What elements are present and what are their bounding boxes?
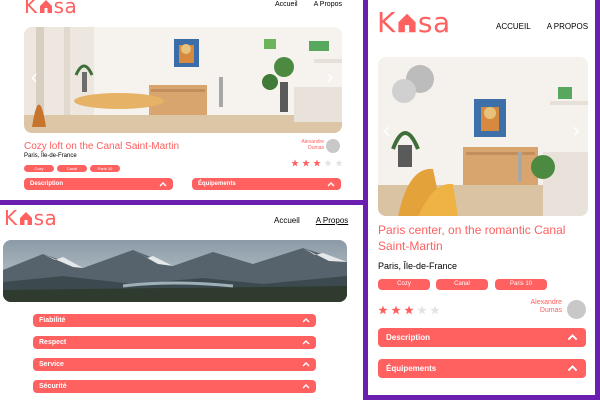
dropdown-description[interactable]: Description	[24, 178, 173, 190]
host-last-name: Dumas	[539, 307, 562, 315]
carousel-next-arrow[interactable]: ›	[326, 65, 334, 89]
dropdown-equipements-label: Équipements	[198, 181, 236, 187]
carousel-prev-arrow[interactable]: ‹	[30, 65, 38, 89]
chevron-up-icon	[567, 365, 578, 372]
dropdown-equipements-label: Équipements	[386, 364, 437, 373]
kasa-logo[interactable]: K sa	[377, 6, 451, 39]
kasa-logo[interactable]: K sa	[24, 0, 77, 18]
chevron-up-icon	[302, 384, 310, 389]
kasa-logo[interactable]: K sa	[4, 206, 57, 230]
logo-letter-k: K	[24, 0, 38, 18]
dropdown-securite[interactable]: Sécurité	[33, 380, 316, 393]
tag-paris-10: Paris 10	[495, 279, 547, 290]
star-filled-icon	[391, 305, 401, 315]
chevron-up-icon	[327, 181, 335, 186]
tag-cozy: Cozy	[24, 165, 54, 172]
host-name: Alexandre Dumas	[508, 299, 562, 315]
star-empty-icon	[335, 159, 343, 167]
logo-letters-sa: sa	[417, 6, 451, 39]
dropdown-description-label: Description	[30, 181, 64, 187]
chevron-up-icon	[567, 334, 578, 341]
mobile-listing-panel: K sa ACCUEIL A PROPOS ‹ › Paris center, …	[368, 0, 595, 395]
house-icon	[397, 12, 417, 34]
chevron-up-icon	[159, 181, 167, 186]
star-empty-icon	[417, 305, 427, 315]
listing-photo: ‹ ›	[24, 27, 342, 133]
logo-letters-sa: sa	[33, 206, 58, 230]
chevron-up-icon	[302, 318, 310, 323]
nav-accueil[interactable]: ACCUEIL	[496, 22, 531, 31]
tag-canal: Canal	[57, 165, 87, 172]
nav-a-propos[interactable]: A Propos	[314, 1, 342, 8]
star-empty-icon	[430, 305, 440, 315]
listing-photo: ‹ ›	[378, 57, 588, 216]
star-filled-icon	[404, 305, 414, 315]
dropdown-service-label: Service	[39, 361, 64, 368]
dropdown-equipements[interactable]: Équipements	[192, 178, 341, 190]
carousel-next-arrow[interactable]: ›	[572, 119, 581, 144]
tag-canal: Canal	[436, 279, 488, 290]
tag-cozy: Cozy	[378, 279, 430, 290]
host-name: Alexandre Dumas	[280, 139, 324, 152]
nav-accueil[interactable]: Accueil	[274, 216, 300, 225]
dropdown-respect-label: Respect	[39, 339, 67, 346]
carousel-prev-arrow[interactable]: ‹	[382, 119, 391, 144]
listing-title: Cozy loft on the Canal Saint-Martin	[24, 141, 180, 152]
host-avatar	[567, 300, 586, 319]
listing-location: Paris, Île-de-France	[378, 261, 458, 271]
mountain-banner	[3, 240, 347, 302]
frame-bottom-border	[368, 395, 600, 400]
living-room-illustration	[24, 27, 342, 133]
logo-letter-k: K	[377, 6, 396, 39]
frame-right-border	[595, 0, 600, 400]
nav-a-propos[interactable]: A Propos	[316, 216, 348, 225]
about-page-panel: K sa Accueil A Propos Fiabilité Respect …	[0, 205, 363, 400]
logo-letter-k: K	[4, 206, 18, 230]
mountain-landscape-illustration	[3, 240, 347, 302]
rating-stars	[291, 159, 343, 167]
living-room-illustration	[378, 57, 588, 216]
listing-title: Paris center, on the romantic Canal Sain…	[378, 223, 566, 253]
star-filled-icon	[313, 159, 321, 167]
star-empty-icon	[324, 159, 332, 167]
host-avatar	[326, 139, 340, 153]
main-nav: Accueil A Propos	[275, 1, 342, 8]
house-icon	[19, 211, 33, 226]
desktop-listing-panel: K sa Accueil A Propos ‹ › Cozy loft on t…	[0, 0, 363, 203]
dropdown-description[interactable]: Description	[378, 328, 586, 347]
listing-location: Paris, Île-de-France	[24, 153, 77, 159]
dropdown-fiabilite[interactable]: Fiabilité	[33, 314, 316, 327]
star-filled-icon	[291, 159, 299, 167]
tag-paris-10: Paris 10	[90, 165, 120, 172]
house-icon	[39, 0, 53, 14]
rating-stars	[378, 305, 440, 315]
chevron-up-icon	[302, 362, 310, 367]
dropdown-fiabilite-label: Fiabilité	[39, 317, 66, 324]
star-filled-icon	[302, 159, 310, 167]
dropdown-service[interactable]: Service	[33, 358, 316, 371]
dropdown-respect[interactable]: Respect	[33, 336, 316, 349]
main-nav: ACCUEIL A PROPOS	[496, 22, 588, 31]
dropdown-description-label: Description	[386, 333, 431, 342]
dropdown-securite-label: Sécurité	[39, 383, 67, 390]
logo-letters-sa: sa	[53, 0, 78, 18]
host-first-name: Alexandre	[530, 299, 562, 306]
nav-a-propos[interactable]: A PROPOS	[547, 22, 588, 31]
star-filled-icon	[378, 305, 388, 315]
chevron-up-icon	[302, 340, 310, 345]
main-nav: Accueil A Propos	[274, 216, 348, 225]
dropdown-equipements[interactable]: Équipements	[378, 359, 586, 378]
host-last-name: Dumas	[308, 144, 324, 151]
nav-accueil[interactable]: Accueil	[275, 1, 298, 8]
